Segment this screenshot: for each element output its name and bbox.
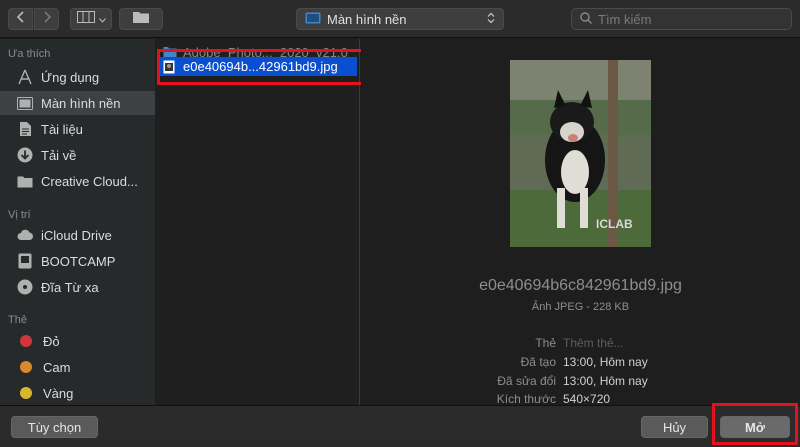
sidebar-item-label: Ứng dụng [41, 69, 100, 85]
sidebar-item-applications[interactable]: Ứng dụng [0, 65, 155, 89]
sidebar-tag-orange[interactable]: Cam [0, 355, 155, 379]
sidebar-tag-yellow[interactable]: Vàng [0, 381, 155, 405]
search-icon [580, 11, 592, 27]
selected-file-highlight [157, 49, 374, 85]
preview-pane: ICLAB e0e40694b6c842961bd9.jpg Ảnh JPEG … [361, 39, 800, 406]
desktop-folder-icon [305, 12, 321, 27]
section-favorites: Ưa thích [8, 48, 51, 60]
toolbar: Màn hình nền Tìm kiếm [0, 0, 800, 38]
options-button[interactable]: Tùy chọn [11, 416, 98, 438]
sidebar-item-bootcamp[interactable]: BOOTCAMP [0, 249, 155, 273]
tag-color-dot [20, 335, 32, 347]
section-locations: Vị trí [8, 209, 31, 221]
meta-row-tags: Thẻ Thêm thẻ... [361, 336, 800, 354]
location-label: Màn hình nền [327, 11, 407, 27]
sidebar-item-label: Cam [43, 359, 71, 375]
cloud-icon [16, 227, 34, 243]
chevron-right-icon [43, 10, 51, 28]
bottom-bar: Tùy chọn Hủy Mở [0, 405, 800, 447]
sidebar-item-downloads[interactable]: Tải về [0, 143, 155, 167]
image-thumbnail: ICLAB [510, 60, 651, 247]
column-view-icon [76, 10, 95, 28]
chevron-down-icon [98, 10, 106, 28]
cancel-button[interactable]: Hủy [641, 416, 708, 438]
meta-row-created: Đã tạo 13:00, Hôm nay [361, 355, 800, 373]
search-field[interactable]: Tìm kiếm [571, 8, 792, 30]
meta-row-modified: Đã sửa đổi 13:00, Hôm nay [361, 374, 800, 392]
meta-key: Đã tạo [520, 355, 556, 369]
sidebar-item-label: iCloud Drive [41, 227, 112, 243]
sidebar-item-label: Tài liệu [41, 121, 83, 137]
sidebar-item-remote-disc[interactable]: Đĩa Từ xa [0, 275, 155, 299]
sidebar-item-label: Tải về [41, 147, 77, 163]
meta-key: Kích thước [496, 392, 556, 406]
sidebar-item-label: Đĩa Từ xa [41, 279, 99, 295]
disc-icon [16, 279, 34, 295]
sidebar-item-label: BOOTCAMP [41, 253, 116, 269]
add-tags-field[interactable]: Thêm thẻ... [563, 336, 624, 350]
chevron-left-icon [16, 10, 25, 28]
folder-icon [132, 10, 150, 29]
meta-key: Thẻ [535, 336, 556, 350]
location-popup[interactable]: Màn hình nền [296, 8, 504, 30]
sidebar-item-documents[interactable]: Tài liệu [0, 117, 155, 141]
folder-icon [16, 173, 34, 189]
desktop-icon [16, 95, 34, 111]
view-mode-button[interactable] [70, 8, 112, 30]
sidebar-item-label: Đỏ [43, 333, 60, 349]
watermark: ICLAB [596, 217, 633, 231]
sidebar-item-icloud[interactable]: iCloud Drive [0, 223, 155, 247]
meta-key: Đã sửa đổi [497, 374, 556, 388]
applications-icon [16, 69, 34, 85]
section-tags: Thẻ [8, 314, 27, 326]
meta-value: 13:00, Hôm nay [563, 374, 648, 388]
back-button[interactable] [8, 8, 33, 30]
file-column: Adobe_Photo..._2020_v21.0 e0e40694b...42… [155, 39, 360, 405]
forward-button[interactable] [34, 8, 59, 30]
document-icon [16, 121, 34, 137]
tag-color-dot [20, 361, 32, 373]
sidebar-item-desktop[interactable]: Màn hình nền [0, 91, 155, 115]
sidebar-item-label: Creative Cloud... [41, 173, 138, 189]
preview-filename: e0e40694b6c842961bd9.jpg [479, 277, 682, 294]
sidebar-item-label: Vàng [43, 385, 74, 401]
open-button-highlight [712, 403, 798, 445]
sidebar: Ưa thích Ứng dụng Màn hình nền Tài liệu … [0, 39, 155, 405]
download-icon [16, 147, 34, 163]
search-placeholder: Tìm kiếm [598, 11, 652, 27]
sidebar-tag-red[interactable]: Đỏ [0, 329, 155, 353]
sidebar-item-creative-cloud[interactable]: Creative Cloud... [0, 169, 155, 193]
new-folder-button[interactable] [119, 8, 163, 30]
sidebar-item-label: Màn hình nền [41, 95, 121, 111]
meta-value: 540×720 [563, 392, 611, 406]
preview-kind: Ảnh JPEG - 228 KB [531, 301, 630, 313]
updown-chevron-icon [487, 12, 495, 27]
tag-color-dot [20, 387, 32, 399]
meta-value: 13:00, Hôm nay [563, 355, 648, 369]
drive-icon [16, 253, 34, 269]
